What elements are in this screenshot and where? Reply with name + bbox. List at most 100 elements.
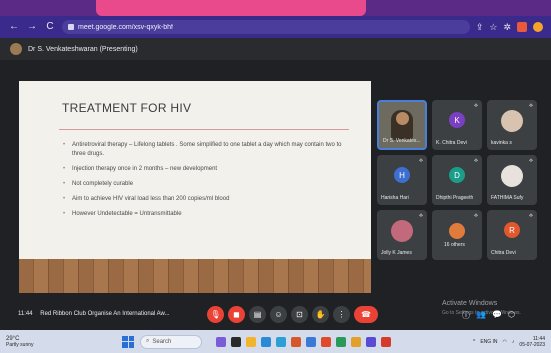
captions-button[interactable]: ▤ [249,306,266,323]
profile-avatar[interactable] [533,22,543,32]
participant-name: Jolly K James [381,250,412,256]
participant-tile[interactable]: ⟡ K K. Chitra Devi [432,100,482,150]
app-icon[interactable] [381,336,391,347]
participant-name: FATHIMA Sufy [491,195,524,201]
participant-avatar: K [449,112,465,128]
presenter-avatar [10,43,22,55]
camera-off-button[interactable]: ◼ [228,306,245,323]
app-icon[interactable] [336,336,346,347]
others-avatar-stack [449,223,465,239]
share-icon[interactable]: ⇪ [476,22,484,33]
participant-tile[interactable]: ⟡ Jolly K James [377,210,427,260]
chrome-icon[interactable] [321,336,331,347]
app-icon[interactable] [291,336,301,347]
app-icon[interactable] [306,336,316,347]
edge-icon[interactable] [261,336,271,347]
meeting-time: 11:44 [18,311,33,317]
meeting-title: Red Ribbon Club Organise An Internationa… [40,311,170,317]
weather-widget[interactable]: 29°C Partly sunny [6,336,46,348]
windows-taskbar: 29°C Partly sunny ⌕ Search ^ ENG IN ◠ ♪ … [0,330,551,353]
app-icon[interactable] [216,336,226,347]
taskbar-search-label: Search [152,338,172,345]
back-button[interactable]: ← [8,21,20,33]
people-icon[interactable]: 👥 [476,310,486,321]
start-button[interactable] [122,335,134,348]
mic-off-icon: ⟡ [474,158,478,164]
activate-windows-title: Activate Windows [442,300,498,307]
tray-lang[interactable]: ENG IN [480,339,497,345]
active-tab[interactable] [96,0,366,16]
address-bar[interactable]: meet.google.com/xsv-qxyk-bhf [62,20,470,34]
weather-desc: Partly sunny [6,341,34,348]
right-controls: ⓘ 👥 💬 ⬡ [462,310,515,321]
participant-tile[interactable]: ⟡ H Harisha Hari [377,155,427,205]
presentation-slide: TREATMENT FOR HIV Antiretroviral therapy… [19,81,371,293]
participant-name: 16 others [444,242,465,248]
mic-off-button[interactable]: 🎙 [207,306,224,323]
reload-button[interactable]: C [44,21,56,33]
raise-hand-button[interactable]: ✋ [312,306,329,323]
participant-photo [501,165,523,187]
app-icon[interactable] [276,336,286,347]
taskbar-search[interactable]: ⌕ Search [140,334,202,349]
participant-tile[interactable]: ⟡ D Dhipthi Prageeth [432,155,482,205]
mic-off-icon: ⟡ [529,213,533,219]
lock-icon [68,24,74,30]
forward-button[interactable]: → [26,21,38,33]
participant-avatar: H [394,167,410,183]
mic-off-icon: ⟡ [419,213,423,219]
video-head [396,112,409,125]
tray-chevron-icon[interactable]: ^ [473,339,475,345]
leave-call-button[interactable]: ☎ [354,306,378,323]
url-text: meet.google.com/xsv-qxyk-bhf [78,23,173,31]
slide-bullet: Injection therapy once in 2 months – new… [63,165,353,174]
meeting-control-bar: 11:44 Red Ribbon Club Organise An Intern… [0,300,551,330]
chat-icon[interactable]: 💬 [492,310,502,321]
participant-avatar: R [504,222,520,238]
app-icon[interactable] [231,336,241,347]
taskbar-apps [216,336,391,347]
participant-tile[interactable]: ⟡ R Chitra Devi [487,210,537,260]
screen: ← → C meet.google.com/xsv-qxyk-bhf ⇪ ☆ ✲… [0,0,551,353]
participant-tile-others[interactable]: ⟡ 16 others [432,210,482,260]
participant-name: Dhipthi Prageeth [436,195,474,201]
mic-off-icon: ⟡ [474,213,478,219]
folder-icon[interactable] [246,336,256,347]
meet-area: Dr S. Venkateshwaran (Presenting) TREATM… [0,38,551,353]
participant-tile[interactable]: ⟡ FATHIMA Sufy [487,155,537,205]
volume-icon[interactable]: ♪ [512,339,515,345]
bookmark-star-icon[interactable]: ☆ [489,22,497,33]
search-icon: ⌕ [146,338,150,344]
slide-bullet: Not completely curable [63,180,353,189]
participant-photo [391,220,413,242]
mic-off-icon: ⟡ [529,158,533,164]
presenter-label: Dr S. Venkateshwaran (Presenting) [28,45,138,53]
participant-tile[interactable]: ⟡ kavinka s [487,100,537,150]
meeting-info: 11:44 Red Ribbon Club Organise An Intern… [18,311,170,317]
settings-icon[interactable]: ✲ [503,22,511,33]
participant-name: K. Chitra Devi [436,140,467,146]
taskbar-clock[interactable]: 11:44 05-07-2023 [519,336,545,348]
app-icon[interactable] [366,336,376,347]
slide-bullet: Antiretroviral therapy – Lifelong tablet… [63,141,353,159]
emoji-button[interactable]: ☺ [270,306,287,323]
presenter-strip: Dr S. Venkateshwaran (Presenting) [0,38,551,60]
slide-bullet: However Undetectable = Untransmittable [63,210,353,219]
meeting-details-icon[interactable]: ⓘ [462,310,470,321]
activities-icon[interactable]: ⬡ [508,310,515,321]
extension-icon[interactable] [517,22,527,32]
more-options-button[interactable]: ⋮ [333,306,350,323]
participant-name: Harisha Hari [381,195,409,201]
browser-tab-strip [0,0,551,16]
participant-name: Chitra Devi [491,250,516,256]
slide-divider [59,129,349,130]
present-button[interactable]: ⊡ [291,306,308,323]
wifi-icon[interactable]: ◠ [503,339,507,345]
app-icon[interactable] [351,336,361,347]
system-tray: ^ ENG IN ◠ ♪ 11:44 05-07-2023 [473,336,545,348]
browser-toolbar: ← → C meet.google.com/xsv-qxyk-bhf ⇪ ☆ ✲ [0,16,551,38]
slide-bullet-list: Antiretroviral therapy – Lifelong tablet… [63,141,353,225]
mic-off-icon: ⟡ [474,103,478,109]
mic-off-icon: ⟡ [419,158,423,164]
participant-tile-video[interactable]: Dr S. Venkates... [377,100,427,150]
